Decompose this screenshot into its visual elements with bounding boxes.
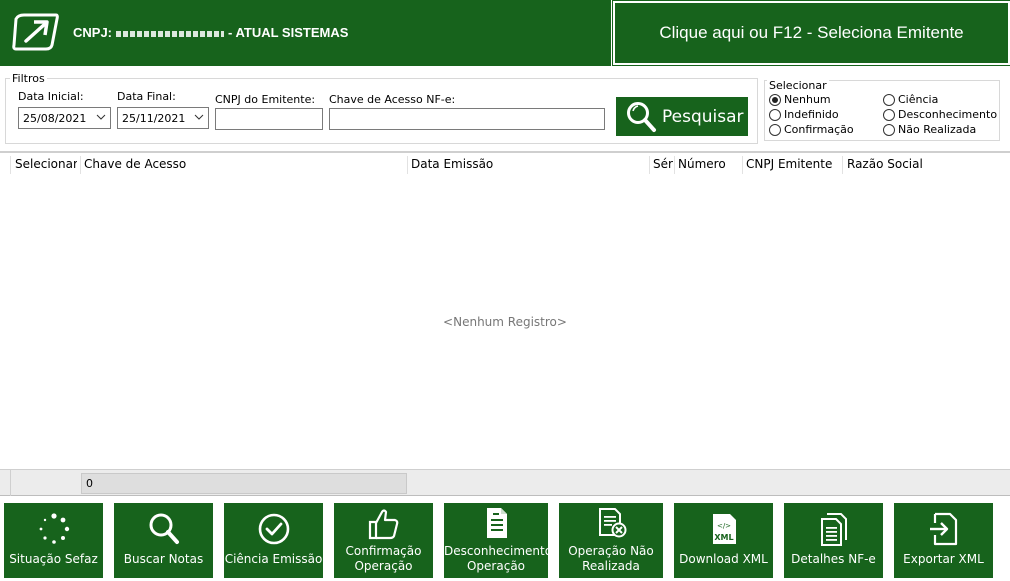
radio-icon	[883, 108, 895, 121]
operacao-nao-realizada-button[interactable]: Operação Não Realizada	[559, 503, 663, 578]
export-icon	[929, 512, 957, 546]
column-separator	[842, 156, 843, 174]
detalhes-nfe-button[interactable]: Detalhes NF-e	[784, 503, 883, 578]
column-chave-acesso[interactable]: Chave de Acesso	[84, 157, 404, 171]
search-icon	[149, 513, 179, 544]
radio-nao-realizada[interactable]: Não Realizada	[883, 123, 976, 136]
column-data-emissao[interactable]: Data Emissão	[411, 157, 647, 171]
app-window: CNPJ: - ATUAL SISTEMAS Clique aqui ou F12…	[0, 0, 1010, 581]
radio-icon	[883, 93, 895, 106]
radio-desconhecimento[interactable]: Desconhecimento	[883, 108, 997, 121]
access-key-label: Chave de Acesso NF-e:	[329, 93, 456, 106]
cnpj-emitter-input[interactable]	[215, 108, 323, 130]
filters-title: Filtros	[10, 72, 47, 85]
column-selecionar[interactable]: Selecionar	[15, 157, 77, 171]
action-label: Detalhes NF-e	[791, 552, 876, 566]
cnpj-label: CNPJ:	[73, 25, 113, 40]
start-date-picker[interactable]: 25/08/2021	[18, 107, 111, 129]
select-group-title: Selecionar	[767, 79, 829, 92]
thumbs-up-icon	[368, 509, 398, 540]
chevron-down-icon	[194, 114, 204, 120]
company-name: - ATUAL SISTEMAS	[228, 25, 349, 40]
check-circle-icon	[258, 513, 289, 545]
svg-text:XML: XML	[714, 533, 733, 542]
company-cnpj: CNPJ: - ATUAL SISTEMAS	[73, 25, 348, 40]
buscar-notas-button[interactable]: Buscar Notas	[114, 503, 213, 578]
action-label: Exportar XML	[903, 552, 984, 566]
redacted-cnpj	[116, 30, 225, 37]
action-label: Situação Sefaz	[9, 552, 98, 566]
end-date-value: 25/11/2021	[122, 112, 186, 125]
grid-footer: 0	[0, 469, 1010, 496]
confirmacao-operacao-button[interactable]: Confirmação Operação	[334, 503, 433, 578]
xml-file-icon: </> XML	[712, 514, 736, 544]
column-separator	[674, 156, 675, 174]
radio-selected-icon	[769, 93, 781, 106]
column-separator	[407, 156, 408, 174]
column-serie[interactable]: Sér	[653, 157, 673, 171]
search-button-label: Pesquisar	[662, 106, 744, 127]
column-razao-social[interactable]: Razão Social	[847, 157, 997, 171]
search-button[interactable]: Pesquisar	[616, 97, 748, 136]
column-separator	[80, 156, 81, 174]
loading-icon	[39, 513, 69, 544]
svg-text:</>: </>	[716, 522, 730, 530]
column-separator	[10, 156, 11, 174]
document-icon	[487, 508, 507, 538]
action-label: Operação Não Realizada	[568, 544, 654, 573]
column-numero[interactable]: Número	[678, 157, 740, 171]
column-separator	[742, 156, 743, 174]
radio-label: Indefinido	[784, 108, 839, 121]
documents-icon	[820, 513, 847, 546]
end-date-label: Data Final:	[117, 90, 176, 103]
empty-grid-message: <Nenhum Registro>	[443, 315, 567, 329]
radio-label: Confirmação	[784, 123, 854, 136]
end-date-picker[interactable]: 25/11/2021	[117, 107, 209, 129]
column-separator	[649, 156, 650, 174]
action-label: Confirmação Operação	[345, 544, 422, 573]
select-emitter-button[interactable]: Clique aqui ou F12 - Seleciona Emitente	[612, 0, 1010, 66]
company-logo-icon	[12, 13, 59, 51]
cnpj-emitter-label: CNPJ do Emitente:	[215, 93, 316, 106]
radio-label: Nenhum	[784, 93, 831, 106]
header-bar: CNPJ: - ATUAL SISTEMAS	[0, 0, 611, 66]
record-count: 0	[81, 473, 407, 494]
radio-label: Não Realizada	[898, 123, 977, 136]
radio-indefinido[interactable]: Indefinido	[769, 108, 839, 121]
search-icon	[627, 101, 656, 132]
radio-nenhum[interactable]: Nenhum	[769, 93, 831, 106]
ciencia-emissao-button[interactable]: Ciência Emissão	[224, 503, 323, 578]
desconhecimento-operacao-button[interactable]: Desconhecimento Operação	[444, 503, 553, 578]
start-date-value: 25/08/2021	[23, 112, 87, 125]
radio-icon	[883, 123, 895, 136]
column-cnpj-emitente[interactable]: CNPJ Emitente	[746, 157, 840, 171]
action-label: Buscar Notas	[123, 552, 204, 566]
radio-icon	[769, 123, 781, 136]
action-label: Download XML	[679, 552, 768, 566]
start-date-label: Data Inicial:	[18, 90, 84, 103]
chevron-down-icon	[96, 114, 106, 120]
radio-icon	[769, 108, 781, 121]
document-cancel-icon	[599, 508, 627, 538]
radio-label: Desconhecimento	[898, 108, 998, 121]
radio-ciencia[interactable]: Ciência	[883, 93, 938, 106]
exportar-xml-button[interactable]: Exportar XML	[894, 503, 993, 578]
grid-header: Selecionar Chave de Acesso Data Emissão …	[0, 153, 1010, 175]
situacao-sefaz-button[interactable]: Situação Sefaz	[4, 503, 103, 578]
access-key-input[interactable]	[329, 108, 605, 130]
action-label: Desconhecimento Operação	[444, 544, 553, 573]
radio-confirmacao[interactable]: Confirmação	[769, 123, 854, 136]
footer-separator	[10, 470, 11, 496]
download-xml-button[interactable]: </> XML Download XML	[674, 503, 773, 578]
radio-label: Ciência	[898, 93, 939, 106]
action-label: Ciência Emissão	[224, 552, 323, 566]
